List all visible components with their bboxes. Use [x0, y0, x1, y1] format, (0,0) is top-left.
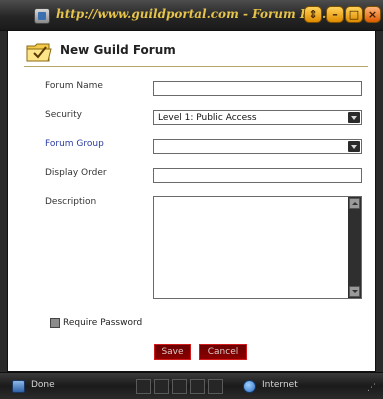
ie-page-icon — [34, 8, 50, 24]
status-segment — [190, 379, 205, 394]
chevron-down-icon[interactable] — [348, 112, 360, 123]
forum-name-label: Forum Name — [45, 81, 103, 91]
status-text: Done — [31, 380, 55, 390]
scroll-up-icon[interactable] — [349, 198, 360, 209]
cancel-button[interactable]: Cancel — [199, 344, 247, 360]
title-bar[interactable]: http://www.guildportal.com - Forum Edi..… — [0, 0, 383, 31]
save-button[interactable]: Save — [154, 344, 191, 360]
description-label: Description — [45, 197, 97, 207]
security-zone-text: Internet — [262, 380, 298, 390]
close-button[interactable]: × — [364, 6, 381, 23]
window-title: http://www.guildportal.com - Forum Edi..… — [56, 7, 335, 21]
security-label: Security — [45, 110, 82, 120]
scroll-down-icon[interactable] — [349, 286, 360, 297]
maximize-button[interactable]: □ — [345, 6, 363, 23]
require-password-checkbox[interactable] — [50, 318, 60, 328]
status-bar: Done Internet ⋰ — [0, 372, 383, 399]
status-segment — [172, 379, 187, 394]
description-textarea[interactable] — [153, 196, 362, 299]
chevron-down-icon[interactable] — [348, 141, 360, 152]
dialog-title: New Guild Forum — [60, 43, 176, 57]
security-select[interactable]: Level 1: Public Access — [153, 110, 362, 125]
minimize-button[interactable]: – — [326, 6, 344, 23]
status-segment — [208, 379, 223, 394]
require-password-label[interactable]: Require Password — [63, 318, 142, 328]
folder-check-icon — [26, 43, 52, 62]
ie-page-icon — [12, 380, 25, 393]
display-order-input[interactable] — [153, 168, 362, 183]
header-divider — [24, 66, 368, 67]
description-scrollbar[interactable] — [348, 197, 361, 298]
internet-globe-icon — [243, 380, 256, 393]
resize-grip-icon[interactable]: ⋰ — [367, 383, 376, 393]
status-segment — [154, 379, 169, 394]
browser-window: http://www.guildportal.com - Forum Edi..… — [0, 0, 383, 399]
dialog-content: New Guild Forum Forum Name Security Leve… — [7, 30, 376, 372]
display-order-label: Display Order — [45, 168, 107, 178]
window-menu-button[interactable]: ⇕ — [304, 6, 322, 23]
forum-group-label: Forum Group — [45, 139, 104, 149]
security-selected-value: Level 1: Public Access — [158, 113, 257, 123]
status-segment — [136, 379, 151, 394]
forum-group-select[interactable] — [153, 139, 362, 154]
forum-name-input[interactable] — [153, 81, 362, 96]
